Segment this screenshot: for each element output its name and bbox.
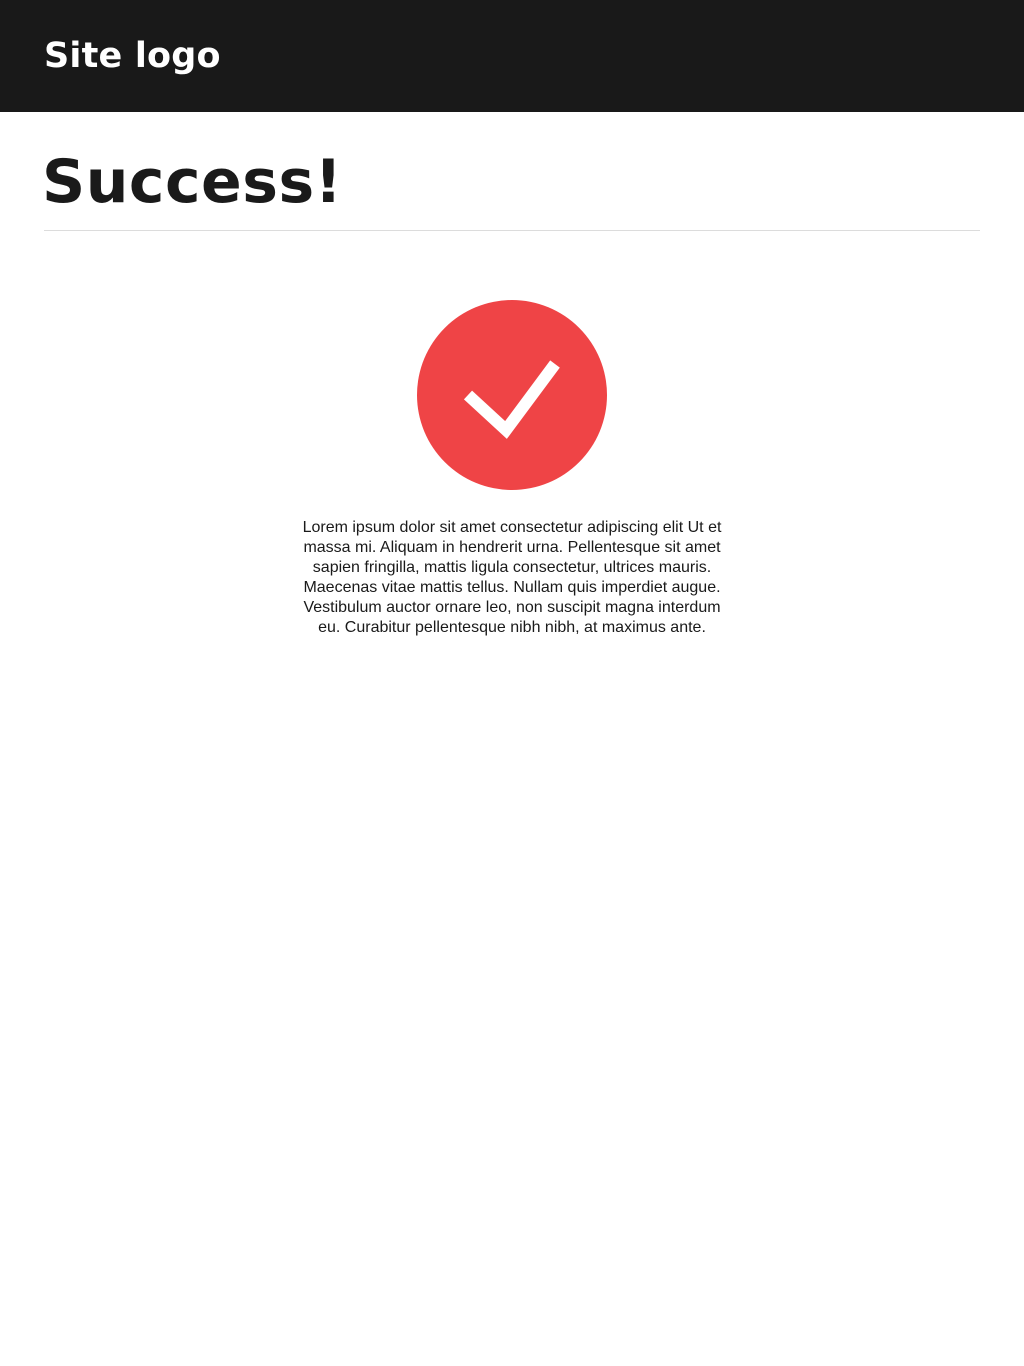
success-message: Lorem ipsum dolor sit amet consectetur a… <box>302 519 722 636</box>
site-logo[interactable]: Site logo <box>44 33 221 79</box>
site-header: Site logo <box>0 0 1024 112</box>
success-badge <box>417 300 607 490</box>
title-divider <box>44 230 980 231</box>
checkmark-icon <box>463 360 560 439</box>
page-title: Success! <box>42 147 343 217</box>
